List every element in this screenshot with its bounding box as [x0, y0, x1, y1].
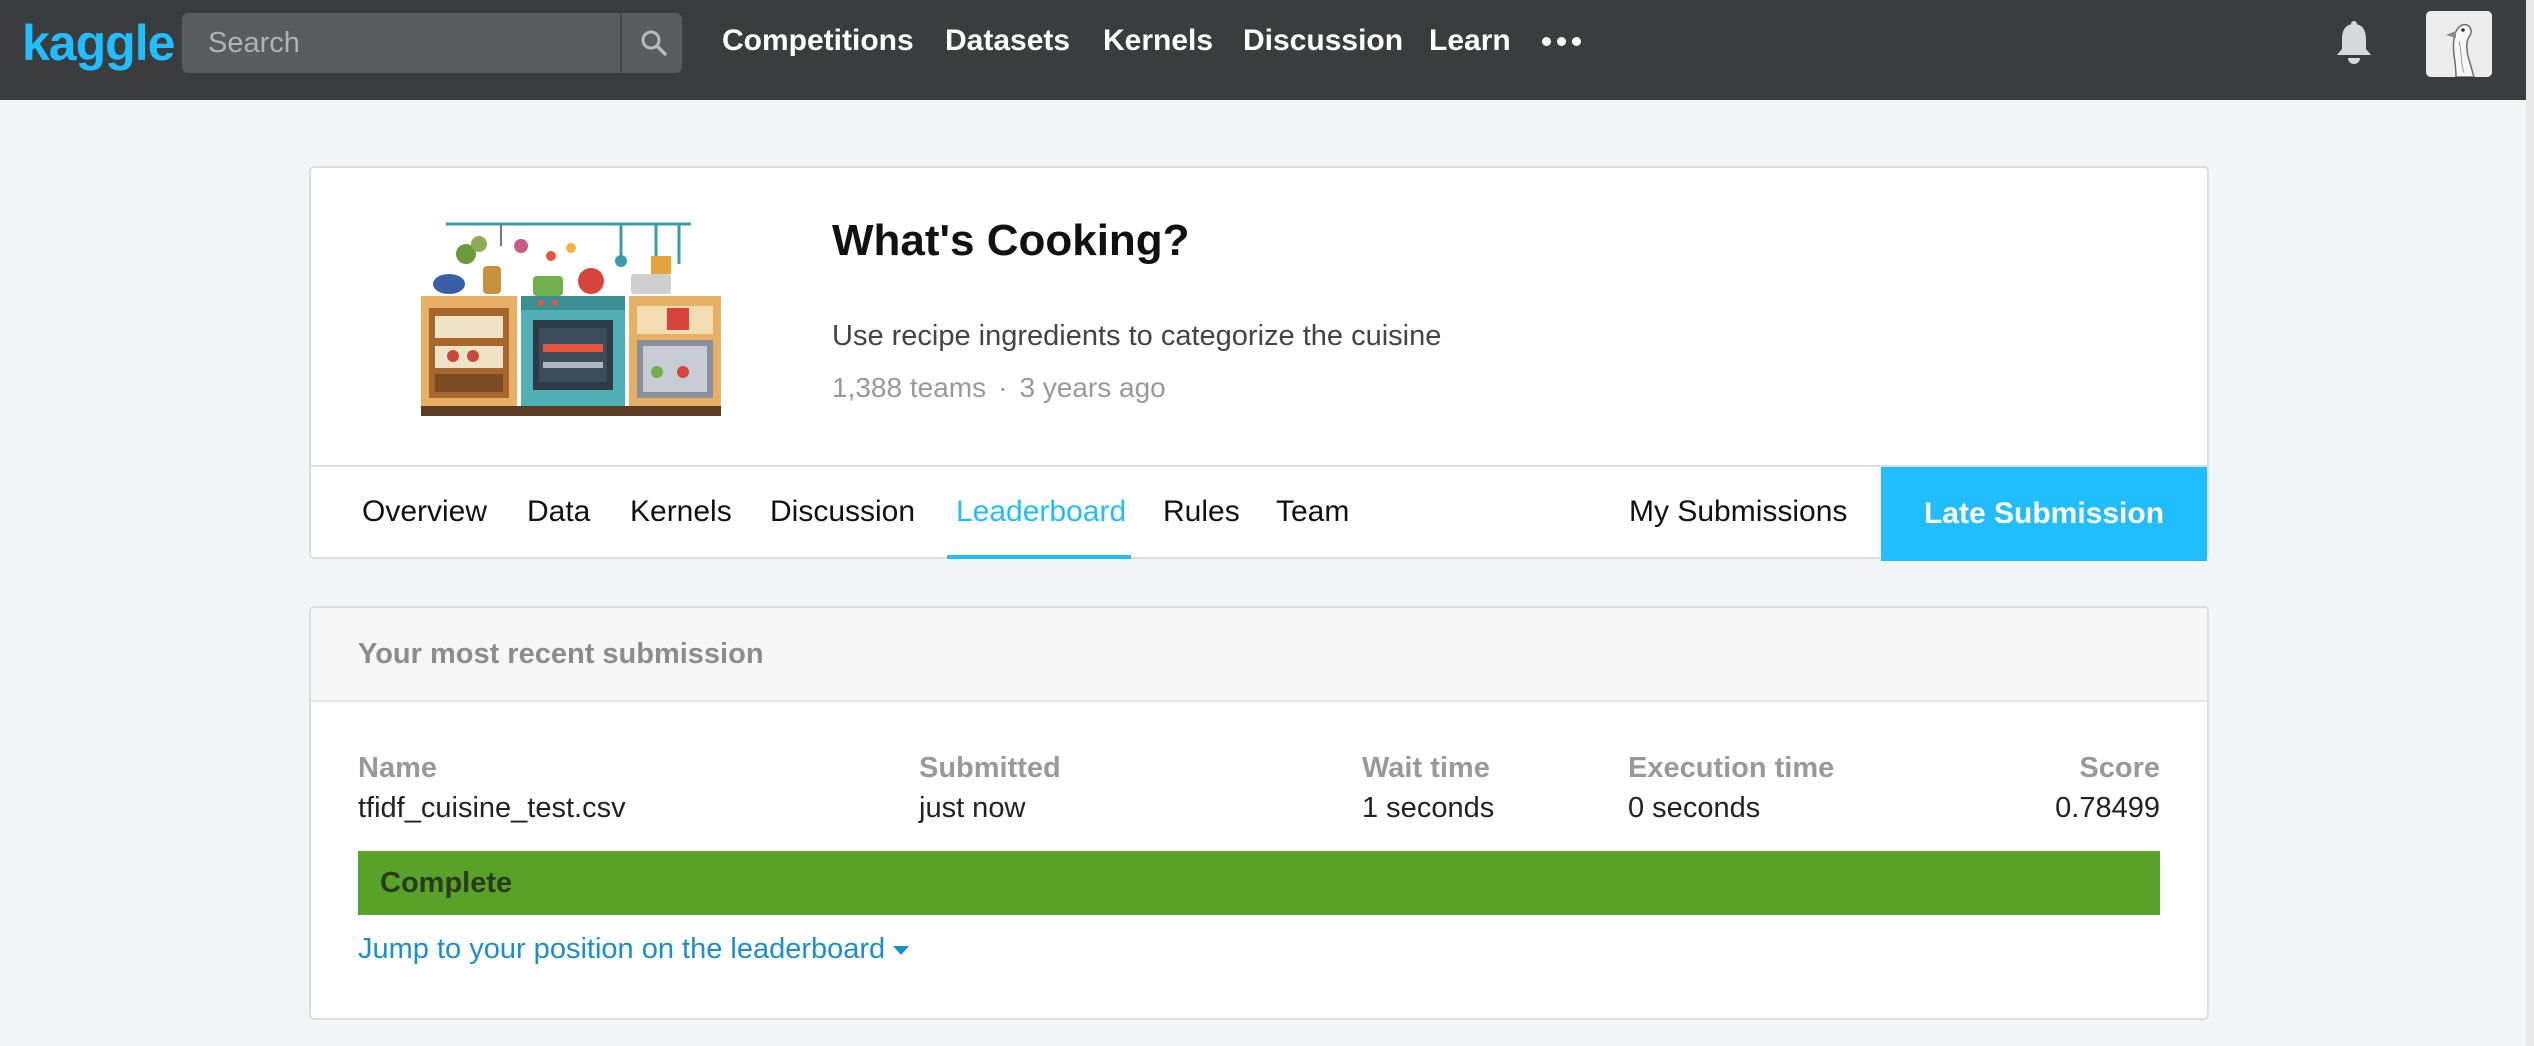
submission-file-name: tfidf_cuisine_test.csv	[358, 792, 626, 824]
search-icon	[641, 30, 667, 56]
late-submission-button[interactable]: Late Submission	[1881, 467, 2207, 561]
column-header-score: Score	[2079, 752, 2160, 784]
submission-submitted: just now	[919, 792, 1026, 824]
submission-execution-time: 0 seconds	[1628, 792, 1761, 824]
nav-discussion[interactable]: Discussion	[1243, 24, 1403, 58]
tab-discussion[interactable]: Discussion	[770, 495, 915, 529]
goose-avatar-icon	[2426, 11, 2492, 77]
tab-data[interactable]: Data	[527, 495, 590, 529]
meta-separator: ·	[998, 372, 1008, 403]
submission-card-header: Your most recent submission	[311, 608, 2207, 702]
tab-kernels[interactable]: Kernels	[630, 495, 732, 529]
jump-link-label: Jump to your position on the leaderboard	[358, 933, 886, 965]
jump-to-leaderboard-link[interactable]: Jump to your position on the leaderboard	[358, 933, 910, 966]
caret-down-icon	[893, 945, 910, 955]
tab-team[interactable]: Team	[1276, 495, 1349, 529]
competition-meta: 1,388 teams · 3 years ago	[832, 372, 1166, 404]
tab-overview[interactable]: Overview	[362, 495, 487, 529]
column-header-execution-time: Execution time	[1628, 752, 1835, 784]
scrollbar[interactable]	[2526, 0, 2534, 1046]
tab-leaderboard[interactable]: Leaderboard	[956, 495, 1126, 529]
submission-score: 0.78499	[2055, 792, 2160, 824]
competition-age: 3 years ago	[1019, 372, 1166, 403]
bell-icon[interactable]	[2334, 20, 2374, 66]
competition-title: What's Cooking?	[832, 216, 1190, 265]
search-input[interactable]	[182, 13, 620, 73]
user-avatar[interactable]	[2426, 11, 2492, 77]
nav-learn[interactable]: Learn	[1429, 24, 1511, 58]
column-header-wait-time: Wait time	[1362, 752, 1490, 784]
nav-datasets[interactable]: Datasets	[945, 24, 1070, 58]
active-tab-indicator	[947, 555, 1131, 559]
recent-submission-card: Your most recent submission Name tfidf_c…	[309, 606, 2209, 1020]
competition-header-card: What's Cooking? Use recipe ingredients t…	[309, 166, 2209, 561]
submission-card-title: Your most recent submission	[358, 638, 764, 670]
search-button[interactable]	[620, 13, 682, 73]
submission-wait-time: 1 seconds	[1362, 792, 1495, 824]
competition-thumbnail	[421, 222, 721, 416]
competition-tabs: Overview Data Kernels Discussion Leaderb…	[311, 465, 2207, 561]
column-header-name: Name	[358, 752, 437, 784]
team-count: 1,388 teams	[832, 372, 987, 403]
submission-status: Complete	[380, 867, 513, 899]
nav-competitions[interactable]: Competitions	[722, 24, 914, 58]
my-submissions-link[interactable]: My Submissions	[1629, 495, 1847, 529]
nav-kernels[interactable]: Kernels	[1103, 24, 1213, 58]
kaggle-logo[interactable]: kaggle	[22, 14, 175, 72]
tab-rules[interactable]: Rules	[1163, 495, 1240, 529]
column-header-submitted: Submitted	[919, 752, 1061, 784]
ellipsis-icon[interactable]	[1542, 37, 1582, 47]
submission-status-bar: Complete	[358, 851, 2160, 915]
search-box	[182, 13, 682, 73]
competition-description: Use recipe ingredients to categorize the…	[832, 320, 1442, 352]
top-navbar: kaggle Competitions Datasets Kernels Dis…	[0, 0, 2534, 100]
